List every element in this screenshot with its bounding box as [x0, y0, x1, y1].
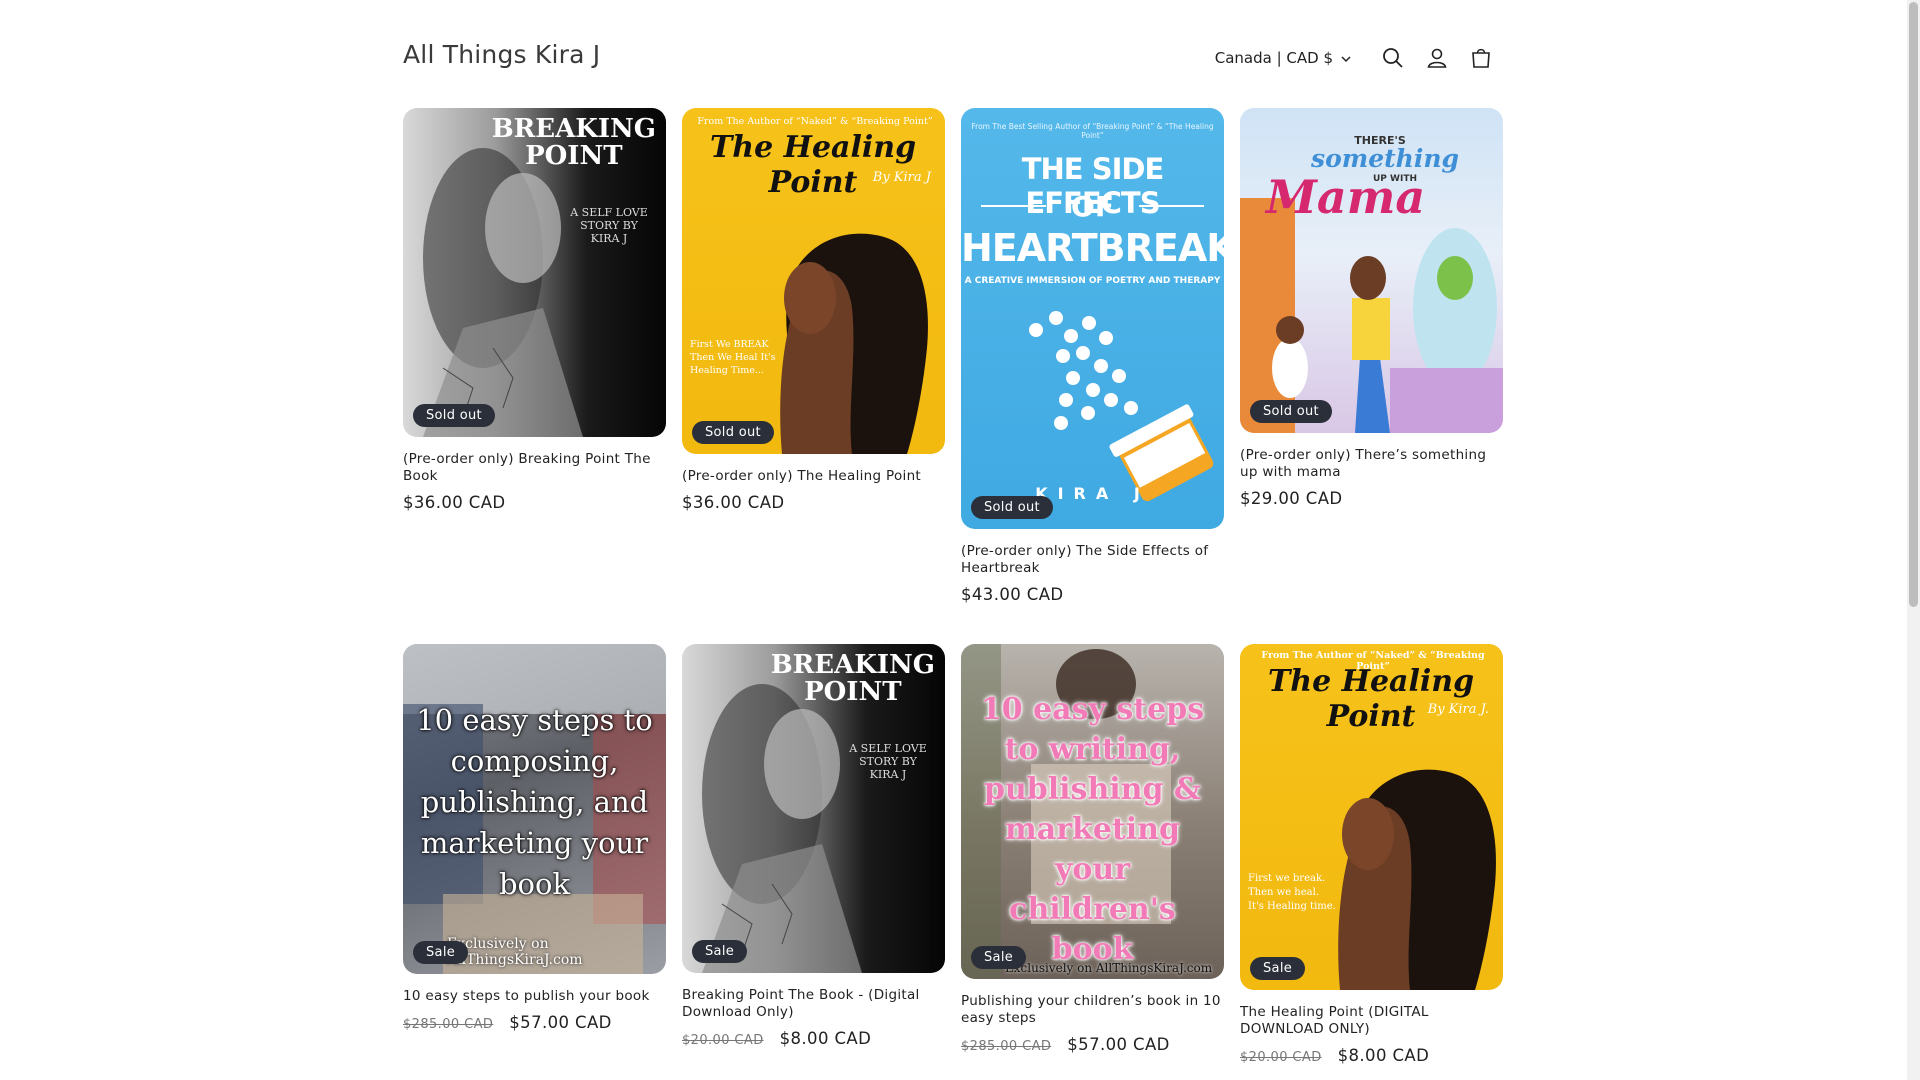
cover-tagline: First We BREAK Then We Heal It's Healing… [690, 339, 776, 376]
cover-title-line: HEARTBREAK [961, 226, 1224, 270]
product-title[interactable]: (Pre-order only) Breaking Point The Book [403, 451, 666, 485]
product-price: $29.00 CAD [1240, 489, 1343, 508]
product-cover-image[interactable]: 10 easy steps to composing, publishing, … [403, 644, 666, 974]
cover-title: BREAKING POINT [771, 652, 935, 706]
cover-footer: Exclusively on AllThingsKiraJ.com [447, 936, 583, 968]
scrollbar-thumb[interactable] [1909, 2, 1918, 607]
cover-footer: Exclusively on AllThingsKiraJ.com [1005, 961, 1213, 975]
scrollbar-track[interactable] [1907, 0, 1920, 1080]
compare-at-price: $285.00 CAD [961, 1039, 1052, 1054]
compare-at-price: $285.00 CAD [403, 1017, 494, 1032]
product-cover-image[interactable]: BREAKING POINT A SELF LOVE STORY BY KIRA… [403, 108, 666, 437]
price-row: $20.00 CAD $8.00 CAD [682, 1029, 945, 1048]
status-badge: Sold out [1250, 400, 1332, 423]
cover-tagline: First we break. Then we heal. It's Heali… [1248, 873, 1336, 912]
cover-subtitle: A SELF LOVE STORY BY KIRA J [570, 206, 648, 245]
cover-subtitle: A CREATIVE IMMERSION OF POETRY AND THERA… [964, 276, 1221, 286]
price-row: $36.00 CAD [682, 493, 945, 512]
store-logo[interactable]: All Things Kira J [403, 40, 600, 69]
sale-price: $57.00 CAD [509, 1013, 612, 1032]
product-title[interactable]: 10 easy steps to publish your book [403, 988, 666, 1005]
cover-title: 10 easy steps to writing, publishing & m… [980, 692, 1205, 967]
product-cover-image[interactable]: From The Best Selling Author of “Breakin… [961, 108, 1224, 529]
cover-title-line: OF [1071, 190, 1114, 223]
price-row: $285.00 CAD $57.00 CAD [403, 1013, 666, 1032]
sale-price: $8.00 CAD [1337, 1046, 1430, 1065]
cover-tagline-top: From The Best Selling Author of “Breakin… [971, 122, 1214, 140]
sale-price: $57.00 CAD [1067, 1035, 1170, 1054]
product-cover-image[interactable]: THERE'S something UP WITH Mama Sold out [1240, 108, 1503, 433]
cover-author: By Kira J. [1427, 702, 1489, 717]
product-card[interactable]: From The Author of “Naked” & “Breaking P… [682, 108, 945, 512]
price-row: $36.00 CAD [403, 493, 666, 512]
status-badge: Sold out [413, 404, 495, 427]
cover-title-line: BREAKING [491, 114, 656, 144]
cover-title-line: POINT [525, 141, 623, 171]
cover-title: The Healing Point [709, 130, 917, 200]
cover-title-line: something [1311, 144, 1459, 173]
cover-title-line: Mama [1266, 170, 1426, 224]
product-cover-image[interactable]: From The Author of “Naked” & “Breaking P… [1240, 644, 1503, 990]
status-badge: Sold out [692, 421, 774, 444]
country-currency-selector[interactable]: Canada | CAD $ [1215, 49, 1351, 67]
price-row: $43.00 CAD [961, 585, 1224, 604]
product-card[interactable]: BREAKING POINT A SELF LOVE STORY BY KIRA… [682, 644, 945, 1048]
product-title[interactable]: Breaking Point The Book - (Digital Downl… [682, 987, 945, 1021]
product-price: $36.00 CAD [403, 493, 506, 512]
compare-at-price: $20.00 CAD [1240, 1050, 1322, 1065]
product-title[interactable]: (Pre-order only) There’s something up wi… [1240, 447, 1503, 481]
product-cover-image[interactable]: 10 easy steps to writing, publishing & m… [961, 644, 1224, 979]
product-card[interactable]: 10 easy steps to writing, publishing & m… [961, 644, 1224, 1054]
compare-at-price: $20.00 CAD [682, 1033, 764, 1048]
status-badge: Sale [971, 946, 1027, 969]
product-title[interactable]: Publishing your children’s book in 10 ea… [961, 993, 1224, 1027]
search-icon[interactable] [1371, 36, 1415, 80]
cover-title: The Healing Point [1267, 664, 1475, 734]
price-row: $20.00 CAD $8.00 CAD [1240, 1046, 1503, 1065]
cover-tagline-top: From The Author of “Naked” & “Breaking P… [697, 116, 933, 127]
cover-title-line: BREAKING [770, 650, 935, 680]
status-badge: Sale [692, 940, 748, 963]
site-header: All Things Kira J Canada | CAD $ [403, 36, 1503, 80]
price-row: $29.00 CAD [1240, 489, 1503, 508]
header-actions: Canada | CAD $ [1215, 36, 1503, 80]
product-title[interactable]: (Pre-order only) The Side Effects of Hea… [961, 543, 1224, 577]
country-label: Canada | CAD $ [1214, 49, 1333, 67]
cover-title: BREAKING POINT [492, 116, 656, 170]
product-card[interactable]: From The Author of “Naked” & “Breaking P… [1240, 644, 1503, 1065]
product-card[interactable]: From The Best Selling Author of “Breakin… [961, 108, 1224, 604]
cover-title: 10 easy steps to composing, publishing, … [416, 703, 653, 901]
price-row: $285.00 CAD $57.00 CAD [961, 1035, 1224, 1054]
product-price: $36.00 CAD [682, 493, 785, 512]
sale-price: $8.00 CAD [779, 1029, 872, 1048]
cover-title-line: POINT [804, 677, 902, 707]
product-title[interactable]: The Healing Point (DIGITAL DOWNLOAD ONLY… [1240, 1004, 1503, 1038]
product-card[interactable]: 10 easy steps to composing, publishing, … [403, 644, 666, 1032]
product-price: $43.00 CAD [961, 585, 1064, 604]
cover-author: By Kira J [872, 170, 931, 185]
status-badge: Sale [1250, 957, 1306, 980]
chevron-down-icon [1341, 49, 1351, 67]
product-card[interactable]: BREAKING POINT A SELF LOVE STORY BY KIRA… [403, 108, 666, 512]
status-badge: Sale [413, 941, 469, 964]
cart-icon[interactable] [1459, 36, 1503, 80]
product-cover-image[interactable]: BREAKING POINT A SELF LOVE STORY BY KIRA… [682, 644, 945, 973]
status-badge: Sold out [971, 496, 1053, 519]
product-cover-image[interactable]: From The Author of “Naked” & “Breaking P… [682, 108, 945, 454]
cover-subtitle: A SELF LOVE STORY BY KIRA J [849, 742, 927, 781]
product-card[interactable]: THERE'S something UP WITH Mama Sold out … [1240, 108, 1503, 508]
product-title[interactable]: (Pre-order only) The Healing Point [682, 468, 945, 485]
account-icon[interactable] [1415, 36, 1459, 80]
